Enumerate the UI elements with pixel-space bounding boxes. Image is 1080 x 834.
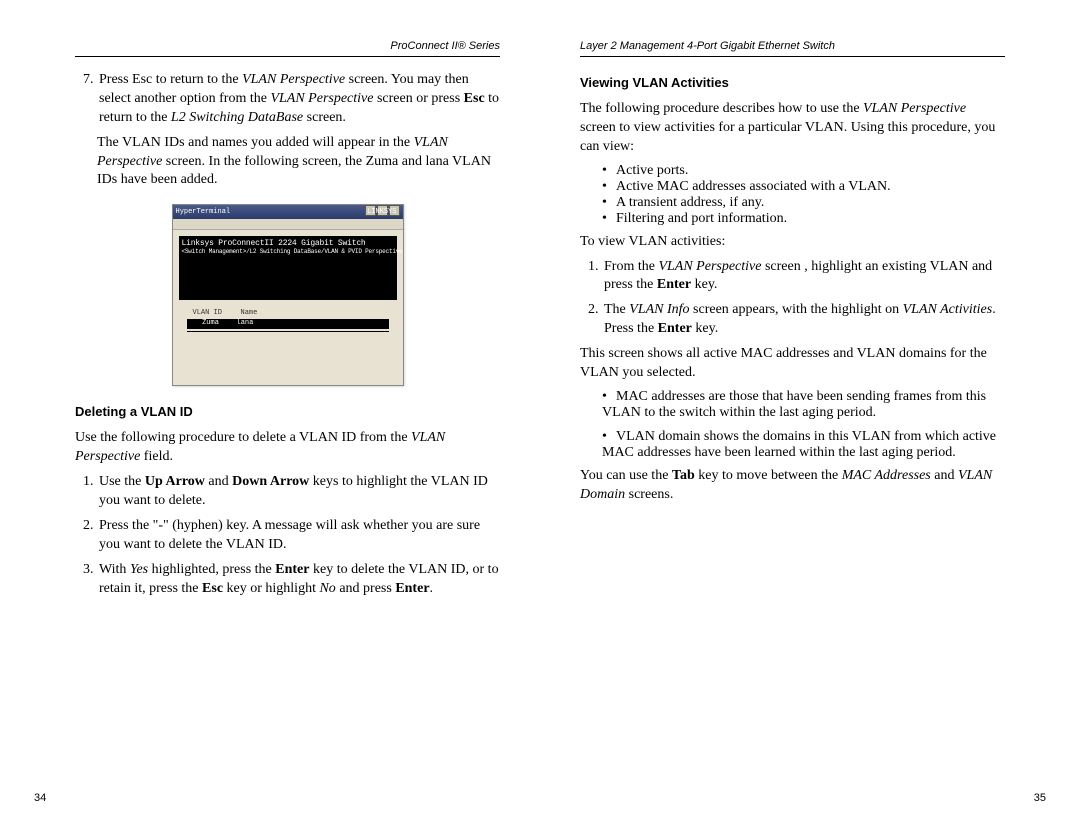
step-7: Press Esc to return to the VLAN Perspect… <box>97 71 500 128</box>
running-header-right: Layer 2 Management 4-Port Gigabit Ethern… <box>580 40 1005 57</box>
continuation-steps: Press Esc to return to the VLAN Perspect… <box>97 71 500 128</box>
vlan-ids-paragraph: The VLAN IDs and names you added will ap… <box>97 134 500 191</box>
view-step-1: From the VLAN Perspective screen , highl… <box>602 258 1005 296</box>
table-row: Zumalana <box>187 319 389 329</box>
heading-viewing-vlan-activities: Viewing VLAN Activities <box>580 75 1005 90</box>
delete-step-1: Use the Up Arrow and Down Arrow keys to … <box>97 473 500 511</box>
delete-step-2: Press the "-" (hyphen) key. A message wi… <box>97 517 500 555</box>
list-item: A transient address, if any. <box>602 195 1005 211</box>
page-number-right: 35 <box>1034 792 1046 804</box>
view-capabilities-list: Active ports. Active MAC addresses assoc… <box>602 163 1005 227</box>
screen-details-list: MAC addresses are those that have been s… <box>602 389 1005 461</box>
screenshot-vlan-perspective: HyperTerminal LINKSYS Linksys ProConnect… <box>172 204 404 386</box>
screen-description: This screen shows all active MAC address… <box>580 345 1005 383</box>
page-right: Layer 2 Management 4-Port Gigabit Ethern… <box>540 0 1080 834</box>
screenshot-table: VLAN IDName Zumalana <box>179 306 397 386</box>
view-steps: From the VLAN Perspective screen , highl… <box>602 258 1005 340</box>
list-item: MAC addresses are those that have been s… <box>602 389 1005 421</box>
screenshot-title: HyperTerminal <box>176 208 231 216</box>
screenshot-terminal: LINKSYS Linksys ProConnectII 2224 Gigabi… <box>179 236 397 300</box>
view-lead: To view VLAN activities: <box>580 233 1005 252</box>
delete-intro: Use the following procedure to delete a … <box>75 429 500 467</box>
page-left: ProConnect II® Series Press Esc to retur… <box>0 0 540 834</box>
view-intro: The following procedure describes how to… <box>580 100 1005 157</box>
tab-hint: You can use the Tab key to move between … <box>580 467 1005 505</box>
list-item: Active MAC addresses associated with a V… <box>602 179 1005 195</box>
view-step-2: The VLAN Info screen appears, with the h… <box>602 301 1005 339</box>
heading-deleting-vlan-id: Deleting a VLAN ID <box>75 404 500 419</box>
list-item: VLAN domain shows the domains in this VL… <box>602 429 1005 461</box>
page-number-left: 34 <box>34 792 46 804</box>
list-item: Filtering and port information. <box>602 211 1005 227</box>
page-spread: ProConnect II® Series Press Esc to retur… <box>0 0 1080 834</box>
running-header-left: ProConnect II® Series <box>75 40 500 57</box>
list-item: Active ports. <box>602 163 1005 179</box>
delete-steps: Use the Up Arrow and Down Arrow keys to … <box>97 473 500 598</box>
delete-step-3: With Yes highlighted, press the Enter ke… <box>97 561 500 599</box>
